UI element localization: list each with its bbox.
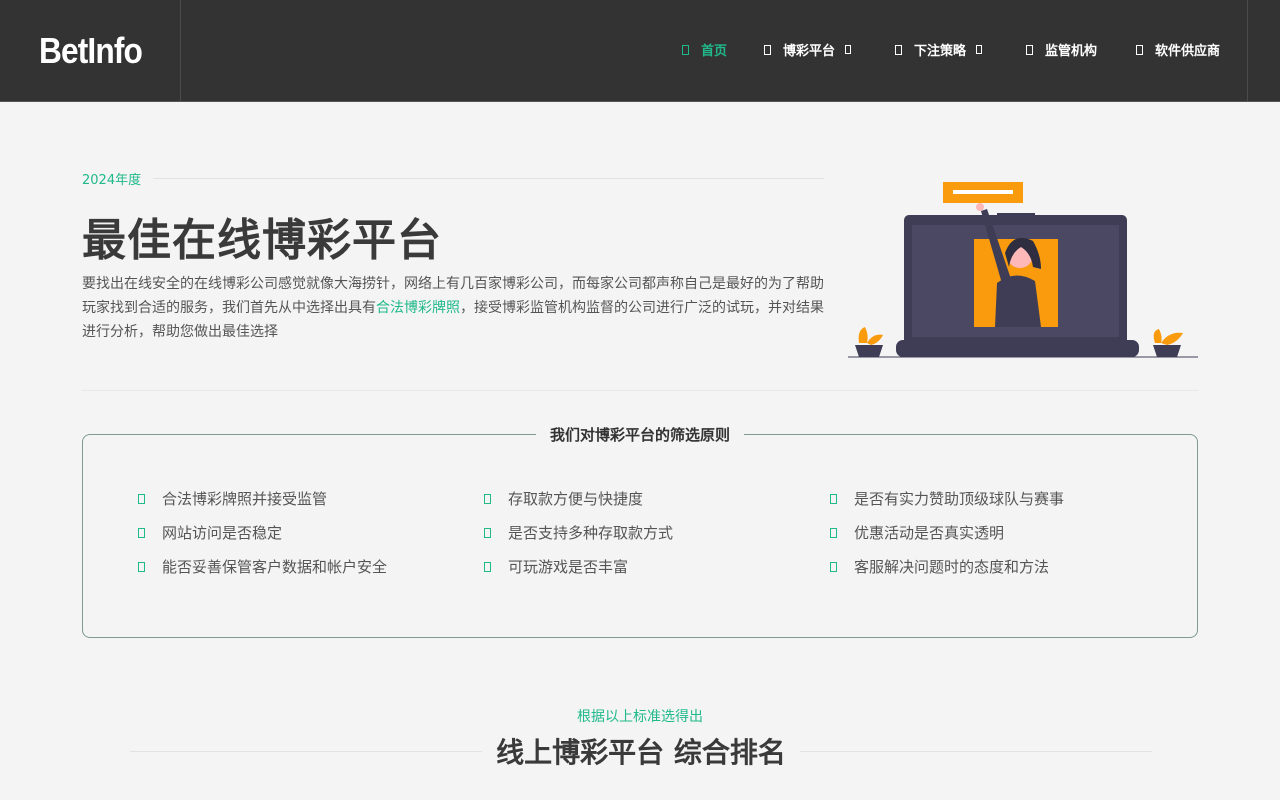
- plant-leaf: [867, 334, 883, 345]
- criteria-item: 合法博彩牌照并接受监管: [138, 488, 327, 509]
- ranking-subtitle: 根据以上标准选得出: [577, 709, 703, 725]
- criteria-label: 客服解决问题时的态度和方法: [854, 558, 1050, 576]
- criteria-label: 是否支持多种存取款方式: [508, 524, 674, 542]
- criteria-label: 合法博彩牌照并接受监管: [162, 490, 328, 508]
- check-icon: [138, 527, 145, 538]
- webcam: [997, 213, 1035, 219]
- nav-label: 首页: [701, 44, 728, 59]
- criteria-item: 可玩游戏是否丰富: [484, 556, 628, 577]
- chevron-down-icon: [976, 45, 983, 54]
- check-icon: [830, 561, 837, 572]
- nav-label: 下注策略: [914, 44, 967, 59]
- criteria-label: 是否有实力赞助顶级球队与赛事: [854, 490, 1065, 508]
- criteria-label: 可玩游戏是否丰富: [508, 558, 629, 576]
- criteria-item: 是否支持多种存取款方式: [484, 522, 673, 543]
- hero-description: 要找出在线安全的在线博彩公司感觉就像大海捞针，网络上有几百家博彩公司，而每家公司…: [82, 272, 824, 344]
- criteria-item: 优惠活动是否真实透明: [830, 522, 1004, 543]
- nav-item-platforms[interactable]: 博彩平台: [764, 40, 852, 59]
- criteria-item: 存取款方便与快捷度: [484, 488, 643, 509]
- check-icon: [138, 561, 145, 572]
- year-row: 2024年度: [82, 169, 824, 188]
- site-header: BetInfo 首页 博彩平台 下注策略 监管机构 软件供应商: [0, 0, 1280, 102]
- software-icon: [1136, 44, 1143, 55]
- nav-label: 监管机构: [1045, 44, 1098, 59]
- monitor-base: [896, 340, 1139, 357]
- ranking-divider-left: [130, 750, 483, 752]
- nav-item-software[interactable]: 软件供应商: [1136, 40, 1220, 59]
- nav-item-strategies[interactable]: 下注策略: [895, 40, 983, 59]
- criteria-label: 能否妥善保管客户数据和帐户安全: [162, 558, 388, 576]
- plant-pot: [1153, 345, 1181, 357]
- criteria-item: 能否妥善保管客户数据和帐户安全: [138, 556, 387, 577]
- ranking-divider-right: [799, 750, 1152, 752]
- selection-criteria: 我们对博彩平台的筛选原则 合法博彩牌照并接受监管 存取款方便与快捷度 是否有实力…: [82, 424, 1198, 638]
- plant-leaf: [1161, 332, 1183, 345]
- section-divider: [82, 390, 1198, 391]
- check-icon: [830, 493, 837, 504]
- plant-leaf: [1153, 329, 1162, 343]
- criteria-label: 网站访问是否稳定: [162, 524, 283, 542]
- year-label: 2024年度: [82, 173, 142, 188]
- criteria-label: 存取款方便与快捷度: [508, 490, 644, 508]
- check-icon: [830, 527, 837, 538]
- nav-item-home[interactable]: 首页: [682, 40, 727, 59]
- ranking-heading: 线上博彩平台 综合排名: [130, 733, 1152, 769]
- check-icon: [484, 493, 491, 504]
- criteria-item: 客服解决问题时的态度和方法: [830, 556, 1049, 577]
- ranking-title: 线上博彩平台 综合排名: [496, 736, 786, 769]
- check-icon: [484, 527, 491, 538]
- nav-item-regulators[interactable]: 监管机构: [1026, 40, 1097, 59]
- sign-text-bar: [953, 190, 1013, 194]
- home-icon: [682, 44, 689, 55]
- page-title: 最佳在线博彩平台: [82, 215, 442, 266]
- year-divider: [153, 178, 824, 179]
- hero-illustration: [848, 182, 1198, 358]
- chevron-down-icon: [845, 45, 852, 54]
- person-hand: [976, 203, 984, 211]
- platform-icon: [764, 44, 771, 55]
- criteria-item: 网站访问是否稳定: [138, 522, 282, 543]
- check-icon: [138, 493, 145, 504]
- license-link[interactable]: 合法博彩牌照: [376, 300, 460, 316]
- nav-label: 博彩平台: [783, 44, 836, 59]
- strategy-icon: [895, 44, 902, 55]
- main-nav: 首页 博彩平台 下注策略 监管机构 软件供应商: [0, 40, 1280, 60]
- plant-pot: [855, 345, 883, 357]
- criteria-item: 是否有实力赞助顶级球队与赛事: [830, 488, 1064, 509]
- check-icon: [484, 561, 491, 572]
- criteria-title: 我们对博彩平台的筛选原则: [535, 424, 745, 445]
- plant-leaf: [858, 327, 868, 343]
- nav-label: 软件供应商: [1155, 44, 1221, 59]
- regulator-icon: [1026, 44, 1033, 55]
- criteria-label: 优惠活动是否真实透明: [854, 524, 1005, 542]
